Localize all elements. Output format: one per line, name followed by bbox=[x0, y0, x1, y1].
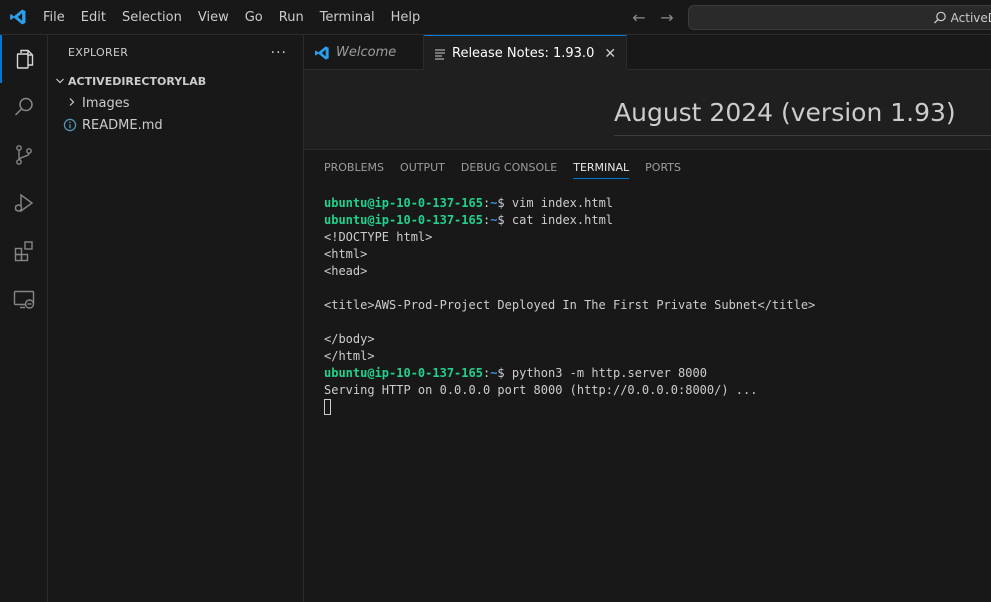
menu-file[interactable]: File bbox=[35, 0, 73, 35]
menu-view[interactable]: View bbox=[190, 0, 237, 35]
terminal-text: <head> bbox=[324, 264, 368, 278]
sidebar-title: EXPLORER bbox=[68, 46, 129, 59]
panel-tab-ports[interactable]: PORTS bbox=[645, 150, 681, 185]
terminal-text: vim index.html bbox=[511, 196, 614, 210]
menu-run[interactable]: Run bbox=[271, 0, 312, 35]
source-control-icon[interactable] bbox=[0, 131, 48, 179]
heading-divider bbox=[614, 135, 991, 136]
terminal-text: <title>AWS-Prod-Project Deployed In The … bbox=[324, 298, 816, 312]
prompt-symbol: $ bbox=[497, 366, 512, 380]
menu-edit[interactable]: Edit bbox=[73, 0, 114, 35]
terminal-cursor bbox=[324, 399, 331, 415]
terminal-output-line: </body> bbox=[324, 331, 815, 348]
vscode-logo-icon bbox=[314, 45, 330, 61]
terminal-text: </body> bbox=[324, 332, 375, 346]
panel-tab-terminal[interactable]: TERMINAL bbox=[573, 150, 629, 185]
prompt-user: ubuntu@ip-10-0-137-165 bbox=[324, 366, 483, 380]
editor-tabs: Welcome Release Notes: 1.93.0 ✕ bbox=[304, 35, 991, 71]
search-icon[interactable] bbox=[0, 83, 48, 131]
menu-go[interactable]: Go bbox=[237, 0, 271, 35]
title-bar: File Edit Selection View Go Run Terminal Help ←… bbox=[0, 0, 991, 35]
explorer-sidebar: EXPLORER ··· ACTIVEDIRECTORYLAB Images R… bbox=[48, 35, 304, 602]
prompt-user: ubuntu@ip-10-0-137-165 bbox=[324, 213, 483, 227]
terminal-text: Serving HTTP on 0.0.0.0 port 8000 (http:… bbox=[324, 383, 758, 397]
tab-release-notes[interactable]: Release Notes: 1.93.0 ✕ bbox=[424, 35, 628, 71]
bottom-panel: PROBLEMS OUTPUT DEBUG CONSOLE TERMINAL PORTS… bbox=[304, 149, 991, 602]
prompt-user: ubuntu@ip-10-0-137-165 bbox=[324, 196, 483, 210]
preview-icon bbox=[434, 48, 446, 60]
menu-selection[interactable]: Selection bbox=[114, 0, 190, 35]
terminal-output-line: <head> bbox=[324, 263, 815, 280]
tab-label: Release Notes: 1.93.0 bbox=[452, 46, 595, 61]
workspace-section-header[interactable]: ACTIVEDIRECTORYLAB bbox=[48, 70, 303, 92]
prompt-symbol: $ bbox=[497, 196, 512, 210]
terminal-output-line: </html> bbox=[324, 348, 815, 365]
tree-item-label: Images bbox=[82, 95, 130, 111]
menu-help[interactable]: Help bbox=[383, 0, 429, 35]
menu-bar: File Edit Selection View Go Run Terminal Help bbox=[35, 0, 428, 35]
terminal-text: <!DOCTYPE html> bbox=[324, 230, 433, 244]
command-center-text: ActiveD bbox=[950, 10, 991, 25]
terminal-command-line: ubuntu@ip-10-0-137-165:~$ python3 -m htt… bbox=[324, 365, 815, 382]
vscode-logo-icon bbox=[0, 0, 35, 35]
terminal-output[interactable]: ubuntu@ip-10-0-137-165:~$ vim index.html… bbox=[324, 195, 815, 416]
chevron-right-icon bbox=[64, 97, 80, 110]
info-icon bbox=[63, 118, 77, 132]
terminal-output-line: <html> bbox=[324, 246, 815, 263]
tree-item-label: README.md bbox=[82, 117, 163, 133]
terminal-text: </html> bbox=[324, 349, 375, 363]
search-icon bbox=[933, 11, 946, 23]
terminal-cursor-line bbox=[324, 399, 815, 416]
tab-label: Welcome bbox=[336, 45, 397, 60]
navigation-arrows: ← → bbox=[630, 0, 676, 35]
panel-tab-debug-console[interactable]: DEBUG CONSOLE bbox=[461, 150, 557, 185]
tree-item-images-folder[interactable]: Images bbox=[48, 92, 303, 114]
terminal-text: cat index.html bbox=[511, 213, 614, 227]
prompt-symbol: $ bbox=[497, 213, 512, 227]
terminal-output-line: Serving HTTP on 0.0.0.0 port 8000 (http:… bbox=[324, 382, 815, 399]
close-icon[interactable]: ✕ bbox=[604, 46, 616, 62]
forward-arrow-icon[interactable]: → bbox=[658, 8, 676, 27]
terminal-text: python3 -m http.server 8000 bbox=[511, 366, 707, 380]
terminal-text: <html> bbox=[324, 247, 368, 261]
command-center-search[interactable]: ActiveD bbox=[688, 5, 991, 30]
workspace-name: ACTIVEDIRECTORYLAB bbox=[68, 74, 207, 88]
run-debug-icon[interactable] bbox=[0, 179, 48, 227]
terminal-output-line: <!DOCTYPE html> bbox=[324, 229, 815, 246]
release-notes-heading: August 2024 (version 1.93) bbox=[614, 98, 956, 127]
more-actions-icon[interactable]: ··· bbox=[271, 45, 287, 61]
explorer-icon[interactable] bbox=[0, 35, 48, 83]
extensions-icon[interactable] bbox=[0, 227, 48, 275]
sidebar-header: EXPLORER ··· bbox=[48, 35, 303, 70]
tab-welcome[interactable]: Welcome bbox=[304, 35, 424, 70]
back-arrow-icon[interactable]: ← bbox=[630, 8, 648, 27]
panel-tabs: PROBLEMS OUTPUT DEBUG CONSOLE TERMINAL PORTS bbox=[304, 150, 991, 185]
chevron-down-icon bbox=[52, 76, 68, 86]
panel-tab-problems[interactable]: PROBLEMS bbox=[324, 150, 384, 185]
remote-explorer-icon[interactable] bbox=[0, 275, 48, 323]
activity-bar bbox=[0, 35, 48, 602]
terminal-command-line: ubuntu@ip-10-0-137-165:~$ cat index.html bbox=[324, 212, 815, 229]
panel-tab-output[interactable]: OUTPUT bbox=[400, 150, 445, 185]
terminal-output-line: <title>AWS-Prod-Project Deployed In The … bbox=[324, 297, 815, 314]
menu-terminal[interactable]: Terminal bbox=[312, 0, 383, 35]
tree-item-readme-file[interactable]: README.md bbox=[48, 114, 303, 136]
release-notes-editor: August 2024 (version 1.93) bbox=[304, 70, 991, 149]
terminal-command-line: ubuntu@ip-10-0-137-165:~$ vim index.html bbox=[324, 195, 815, 212]
